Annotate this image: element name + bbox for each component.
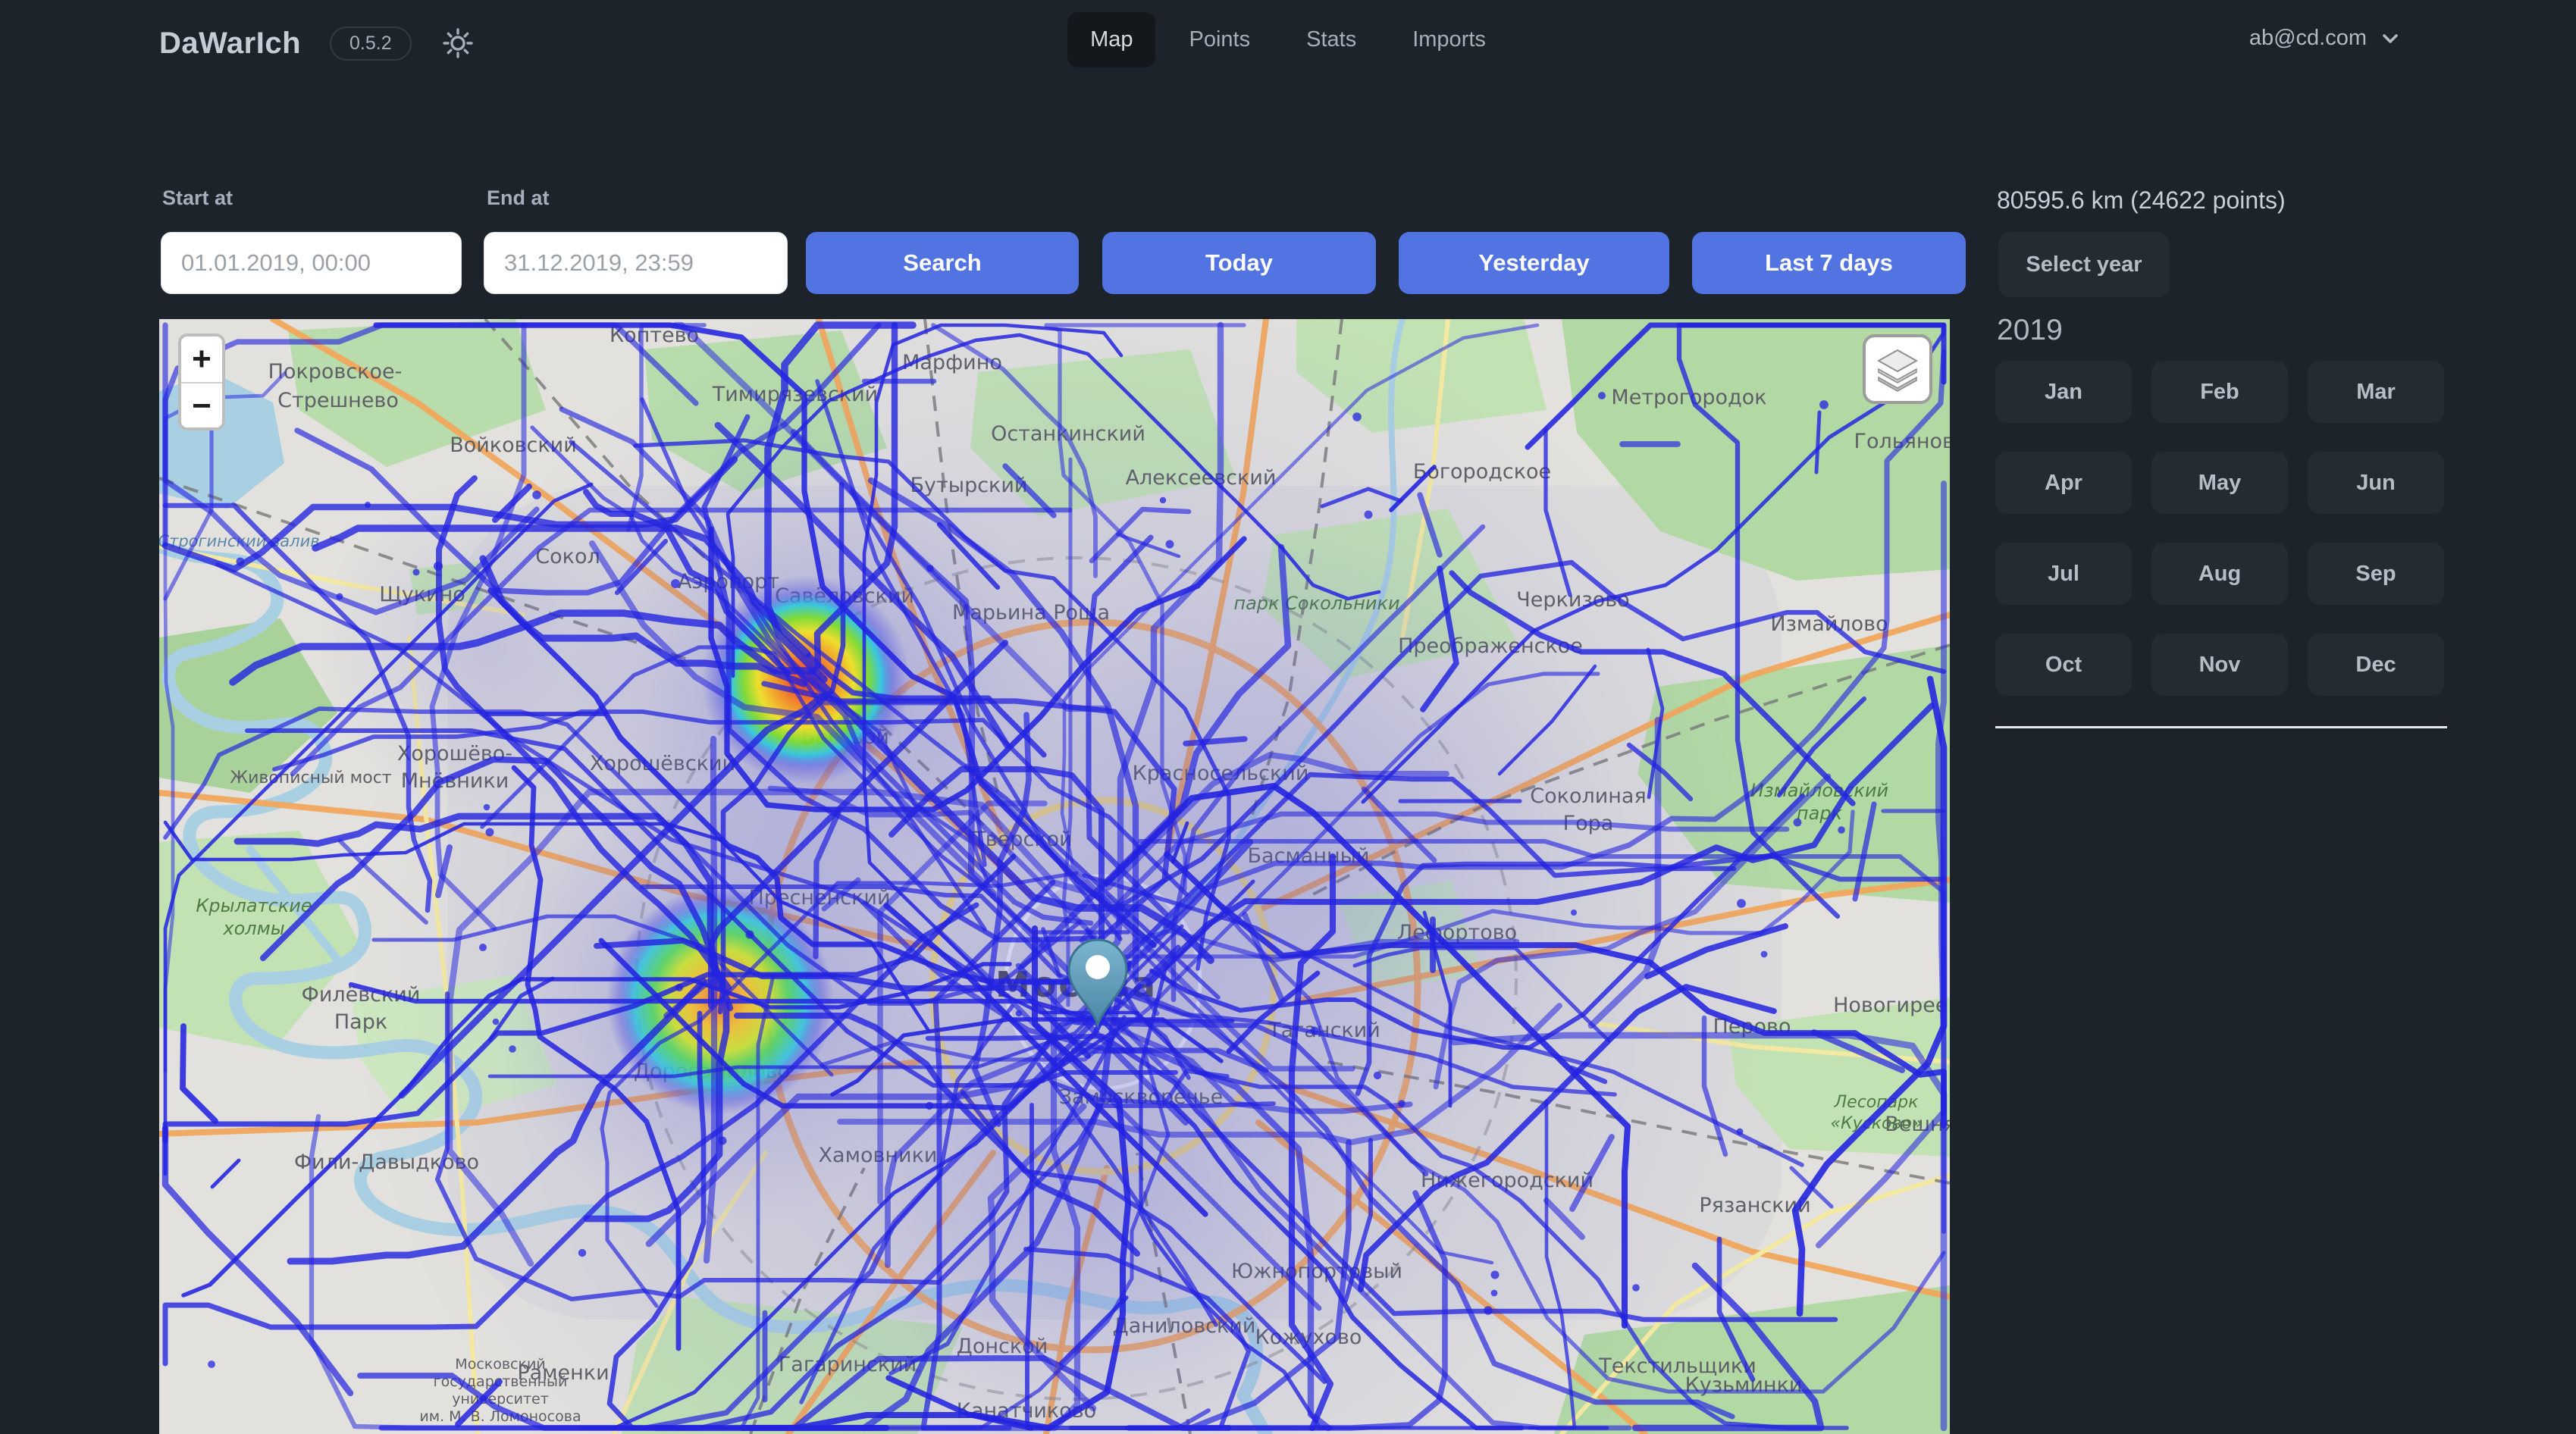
version-badge: 0.5.2 — [330, 27, 412, 61]
map-container[interactable]: КоптевоПокровское-СтрешневоТимирязевский… — [159, 319, 1950, 1434]
sun-icon — [441, 27, 475, 60]
last-7-days-button[interactable]: Last 7 days — [1692, 232, 1966, 294]
year-heading: 2019 — [1997, 314, 2063, 347]
month-button-jul[interactable]: Jul — [1995, 543, 2132, 605]
layers-control-button[interactable] — [1863, 334, 1932, 404]
svg-text:Живописный мост: Живописный мост — [230, 769, 391, 787]
map-canvas: КоптевоПокровское-СтрешневоТимирязевский… — [159, 319, 1950, 1434]
start-at-input[interactable] — [161, 232, 462, 294]
user-menu[interactable]: ab@cd.com — [2249, 26, 2402, 51]
zoom-out-button[interactable]: − — [181, 384, 222, 429]
svg-text:холмы: холмы — [222, 918, 284, 939]
months-grid: Jan Feb Mar Apr May Jun Jul Aug Sep Oct … — [1995, 361, 2444, 696]
start-at-label: Start at — [162, 186, 233, 210]
tab-imports[interactable]: Imports — [1390, 12, 1509, 67]
tab-points[interactable]: Points — [1167, 12, 1274, 67]
layers-icon — [1872, 344, 1923, 394]
month-button-aug[interactable]: Aug — [2151, 543, 2288, 605]
end-at-label: End at — [487, 186, 550, 210]
month-button-nov[interactable]: Nov — [2151, 634, 2288, 696]
map-svg: КоптевоПокровское-СтрешневоТимирязевский… — [159, 319, 1950, 1434]
svg-text:Стрешнево: Стрешнево — [277, 389, 399, 412]
yesterday-button[interactable]: Yesterday — [1399, 232, 1669, 294]
month-button-sep[interactable]: Sep — [2308, 543, 2444, 605]
main-nav: Map Points Stats Imports — [1067, 12, 1509, 67]
zoom-in-button[interactable]: + — [181, 337, 222, 382]
today-button[interactable]: Today — [1102, 232, 1376, 294]
svg-text:Покровское-: Покровское- — [268, 360, 403, 384]
month-button-jan[interactable]: Jan — [1995, 361, 2132, 423]
month-button-dec[interactable]: Dec — [2308, 634, 2444, 696]
tab-map[interactable]: Map — [1067, 12, 1155, 67]
month-button-apr[interactable]: Apr — [1995, 452, 2132, 514]
month-button-mar[interactable]: Mar — [2308, 361, 2444, 423]
month-button-oct[interactable]: Oct — [1995, 634, 2132, 696]
brand: DaWarIch 0.5.2 — [159, 26, 475, 61]
month-button-jun[interactable]: Jun — [2308, 452, 2444, 514]
navbar: DaWarIch 0.5.2 Map Points Stats Imports … — [0, 0, 2576, 92]
month-button-feb[interactable]: Feb — [2151, 361, 2288, 423]
distance-summary: 80595.6 km (24622 points) — [1997, 186, 2286, 214]
svg-text:Новогиреево: Новогиреево — [1833, 994, 1950, 1017]
theme-toggle-button[interactable] — [440, 26, 475, 61]
select-year-button[interactable]: Select year — [1998, 232, 2170, 297]
svg-text:Крылатские: Крылатские — [196, 895, 312, 916]
panel-divider — [1995, 726, 2447, 728]
tab-stats[interactable]: Stats — [1283, 12, 1379, 67]
end-at-input[interactable] — [484, 232, 788, 294]
user-email: ab@cd.com — [2249, 26, 2367, 51]
month-button-may[interactable]: May — [2151, 452, 2288, 514]
search-button[interactable]: Search — [806, 232, 1079, 294]
map-zoom-control: + − — [178, 333, 225, 431]
svg-text:Лесопарк: Лесопарк — [1834, 1093, 1919, 1112]
app-logo[interactable]: DaWarIch — [159, 27, 301, 61]
chevron-down-icon — [2379, 27, 2402, 50]
